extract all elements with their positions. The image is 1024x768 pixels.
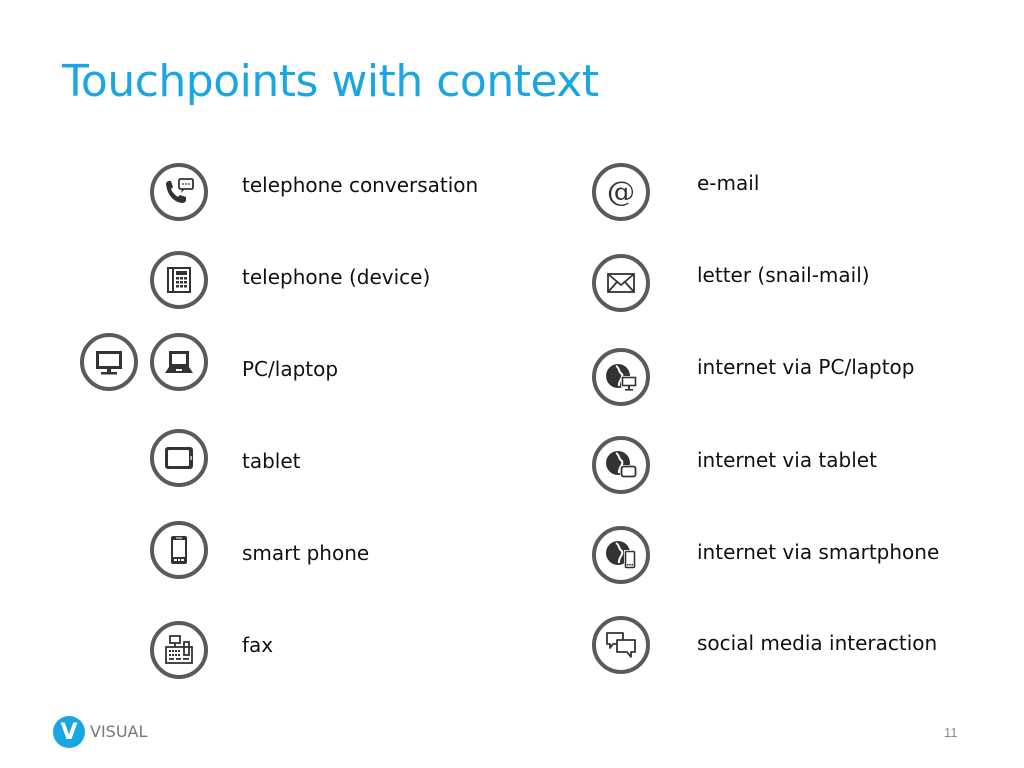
at-sign-icon: @	[592, 163, 650, 221]
touchpoint-label: internet via smartphone	[697, 540, 940, 564]
touchpoint-label: internet via PC/laptop	[697, 355, 915, 379]
touchpoint-label: letter (snail-mail)	[697, 263, 870, 287]
touchpoint-label: telephone conversation	[242, 173, 479, 197]
touchpoint-label: tablet	[242, 449, 301, 473]
touchpoint-label: smart phone	[242, 541, 370, 565]
laptop-icon	[150, 333, 208, 391]
chat-bubbles-icon	[592, 616, 650, 674]
touchpoint-label: e-mail	[697, 171, 760, 195]
phone-chat-icon	[150, 163, 208, 221]
touchpoint-label: internet via tablet	[697, 448, 877, 472]
fax-icon	[150, 621, 208, 679]
brand-logo: V	[53, 716, 85, 748]
globe-tablet-icon	[592, 436, 650, 494]
monitor-icon	[80, 333, 138, 391]
globe-monitor-icon	[592, 348, 650, 406]
touchpoint-label: social media interaction	[697, 631, 938, 655]
tablet-icon	[150, 429, 208, 487]
touchpoint-label: fax	[242, 633, 274, 657]
slide-title: Touchpoints with context	[62, 56, 599, 107]
desk-phone-icon	[150, 251, 208, 309]
page-number: 11	[944, 725, 958, 740]
globe-smartphone-icon	[592, 526, 650, 584]
touchpoint-label: telephone (device)	[242, 265, 431, 289]
envelope-icon	[592, 254, 650, 312]
brand-name: VISUAL	[90, 722, 148, 741]
touchpoint-label: PC/laptop	[242, 357, 339, 381]
smartphone-icon	[150, 521, 208, 579]
svg-text:@: @	[607, 175, 635, 208]
